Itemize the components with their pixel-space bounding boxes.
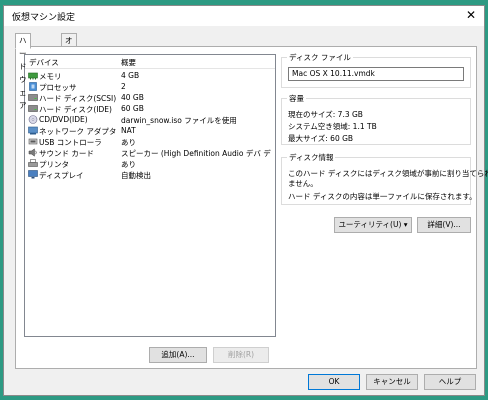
device-row-cd-dvd[interactable]: CD/DVD(IDE) darwin_snow.iso ファイルを使用 [25, 114, 275, 125]
sound-card-icon [28, 148, 37, 157]
disk-info-group: ディスク情報 このハード ディスクにはディスク領域が事前に割り当てられてい ませ… [281, 152, 488, 205]
device-summary: 60 GB [121, 104, 144, 113]
capacity-label: 容量 [287, 93, 306, 104]
device-name: CD/DVD(IDE) [39, 115, 88, 124]
hard-disk-icon [28, 105, 38, 112]
details-button[interactable]: 詳細(V)... [417, 217, 471, 233]
device-column-header[interactable]: デバイス [29, 57, 59, 68]
hard-disk-icon [28, 94, 38, 101]
help-button[interactable]: ヘルプ [424, 374, 476, 390]
network-adapter-icon [28, 126, 38, 135]
cancel-button[interactable]: キャンセル [366, 374, 418, 390]
device-row-usb-controller[interactable]: USB コントローラ あり [25, 136, 275, 147]
disk-file-label: ディスク ファイル [287, 52, 353, 63]
device-row-memory[interactable]: メモリ 4 GB [25, 70, 275, 81]
utility-button-label: ユーティリティ(U) [338, 220, 402, 229]
system-free-space-text: システム空き領域: 1.1 TB [288, 122, 377, 131]
close-icon[interactable]: ✕ [466, 8, 476, 22]
disk-file-group: ディスク ファイル Mac OS X 10.11.vmdk [281, 52, 471, 88]
device-list-header: デバイス 概要 [25, 55, 275, 69]
device-row-display[interactable]: ディスプレイ 自動検出 [25, 169, 275, 180]
disk-info-line-3: ハード ディスクの内容は単一ファイルに保存されます。 [288, 192, 477, 201]
memory-icon [28, 72, 38, 80]
max-size-text: 最大サイズ: 60 GB [288, 134, 354, 143]
device-summary: NAT [121, 126, 136, 135]
device-summary: 2 [121, 82, 126, 91]
summary-column-header[interactable]: 概要 [121, 57, 136, 68]
display-icon [28, 170, 38, 179]
title-bar: 仮想マシン設定 ✕ [4, 6, 484, 26]
usb-icon [28, 138, 38, 145]
device-summary: 40 GB [121, 93, 144, 102]
cd-dvd-icon [28, 115, 38, 124]
device-list[interactable]: デバイス 概要 メモリ 4 GB プロセッサ 2 ハード ディスク(SCSI) … [24, 54, 276, 337]
disk-info-line-2: ません。 [288, 179, 318, 188]
device-summary: 4 GB [121, 71, 140, 80]
current-size-text: 現在のサイズ: 7.3 GB [288, 110, 363, 119]
device-name: ディスプレイ [39, 171, 84, 180]
disk-info-label: ディスク情報 [287, 152, 336, 163]
processor-icon [29, 82, 37, 91]
device-row-hard-disk-ide[interactable]: ハード ディスク(IDE) 60 GB [25, 103, 275, 114]
tab-hardware[interactable]: ハードウェア [15, 33, 31, 110]
add-device-button[interactable]: 追加(A)... [149, 347, 207, 363]
device-row-network-adapter[interactable]: ネットワーク アダプタ NAT [25, 125, 275, 136]
printer-icon [28, 159, 38, 167]
window-title: 仮想マシン設定 [12, 13, 76, 23]
device-row-processor[interactable]: プロセッサ 2 [25, 81, 275, 92]
device-summary: 自動検出 [121, 171, 151, 180]
device-row-sound-card[interactable]: サウンド カード スピーカー (High Definition Audio デバ… [25, 147, 275, 158]
capacity-group: 容量 現在のサイズ: 7.3 GB システム空き領域: 1.1 TB 最大サイズ… [281, 93, 471, 145]
remove-device-button[interactable]: 削除(R) [213, 347, 269, 363]
utility-button[interactable]: ユーティリティ(U) ▾ [334, 217, 412, 233]
device-row-printer[interactable]: プリンタ あり [25, 158, 275, 169]
vm-settings-window: 仮想マシン設定 ✕ ハードウェア オプション デバイス 概要 メモリ 4 GB … [3, 5, 488, 396]
disk-file-field[interactable]: Mac OS X 10.11.vmdk [288, 67, 464, 81]
hardware-panel: デバイス 概要 メモリ 4 GB プロセッサ 2 ハード ディスク(SCSI) … [15, 46, 488, 369]
chevron-down-icon: ▾ [403, 220, 408, 229]
disk-info-line-1: このハード ディスクにはディスク領域が事前に割り当てられてい [288, 169, 488, 178]
ok-button[interactable]: OK [308, 374, 360, 390]
device-row-hard-disk-scsi[interactable]: ハード ディスク(SCSI) 40 GB [25, 92, 275, 103]
